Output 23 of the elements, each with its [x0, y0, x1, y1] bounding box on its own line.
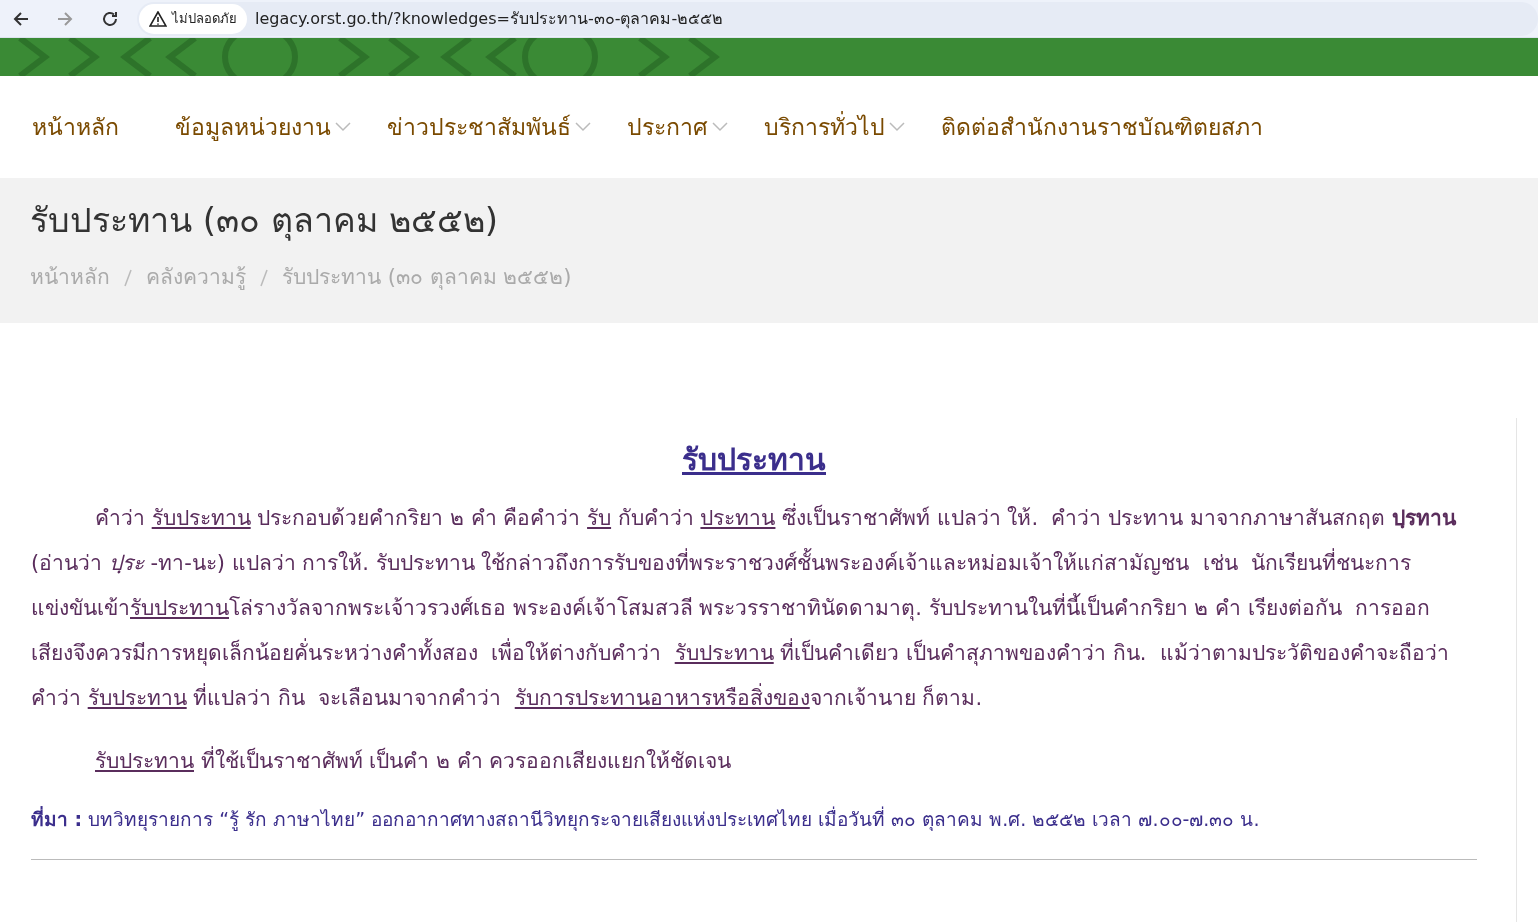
nav-link[interactable]: ประกาศ	[627, 109, 728, 145]
security-label: ไม่ปลอดภัย	[172, 9, 237, 28]
article-heading: รับประทาน	[682, 442, 826, 477]
nav-link[interactable]: ข่าวประชาสัมพันธ์	[387, 109, 591, 145]
nav-link[interactable]: ข้อมูลหน่วยงาน	[175, 109, 351, 145]
page-title: รับประทาน (๓๐ ตุลาคม ๒๕๕๒)	[30, 199, 499, 242]
slash-separator-icon	[124, 268, 132, 287]
breadcrumb-current: รับประทาน (๓๐ ตุลาคม ๒๕๕๒)	[282, 264, 572, 292]
article-paragraph: คำว่า รับประทาน ประกอบด้วยคำกริยา ๒ คำ คือคำว่า รับ กับคำว่า ประทาน ซึ่งเป็นราชาศัพท์ แปลว่า ให้. คำว่า ประทาน มาจากภาษาสันสกฤต ปฺรทาน (อ่านว่า ปฺระ -ทา-นะ) แปลว่า การให้. รับประทาน ใช้กล่าวถึงการรับของที่พระราชวงศ์ชั้นพระองค์เจ้าและหม่อมเจ้าให้แก่สามัญชน เช่น นักเรียนที่ชนะการแข่งขันเข้ารับประทานโล่รางวัลจากพระเจ้าวรวงศ์เธอ พระองค์เจ้าโสมสวลี พระวรราชาทินัดดามาตุ. รับประทานในที่นี้เป็นคำกริยา ๒ คำ เรียงต่อกัน การออกเสียงจึงควรมีการหยุดเล็กน้อยคั่นระหว่างคำทั้งสอง เพื่อให้ต่างกับคำว่า รับประทาน ที่เป็นคำเดียว เป็นคำสุภาพของคำว่า กิน. แม้ว่าตามประวัติของคำจะถือว่า คำว่า รับประทาน ที่แปลว่า กิน จะเลือนมาจากคำว่า รับการประทานอาหารหรือสิ่งของจากเจ้านาย ก็ตาม.	[31, 496, 1507, 721]
security-chip[interactable]: ไม่ปลอดภัย	[139, 3, 247, 34]
source-text: บทวิทยุรายการ “รู้ รัก ภาษาไทย” ออกอากาศทางสถานีวิทยุกระจายเสียงแห่งประเทศไทย เมื่อวันที่ ๓๐ ตุลาคม พ.ศ. ๒๕๕๒ เวลา ๗.๐๐-๗.๓๐ น.	[88, 808, 1260, 830]
url-text: legacy.orst.go.th/?knowledges=รับประทาน-๓๐-ตุลาคม-๒๕๕๒	[255, 7, 724, 31]
source-label: ที่มา :	[31, 808, 83, 830]
address-bar[interactable]: ไม่ปลอดภัย legacy.orst.go.th/?knowledges=รับประทาน-๓๐-ตุลาคม-๒๕๕๒	[137, 1, 1538, 36]
nav-link[interactable]: บริการทั่วไป	[764, 109, 905, 145]
back-icon[interactable]	[12, 9, 30, 28]
nav-link[interactable]: ติดต่อสำนักงานราชบัณฑิตยสภา	[941, 109, 1263, 145]
forward-icon[interactable]	[56, 9, 74, 28]
reload-icon[interactable]	[101, 9, 119, 28]
slash-separator-icon	[260, 268, 268, 287]
nav-link[interactable]: หน้าหลัก	[32, 109, 119, 145]
article-paragraph: รับประทาน ที่ใช้เป็นราชาศัพท์ เป็นคำ ๒ คำ ควรออกเสียงแยกให้ชัดเจน	[31, 739, 1507, 784]
warning-icon	[149, 10, 167, 27]
